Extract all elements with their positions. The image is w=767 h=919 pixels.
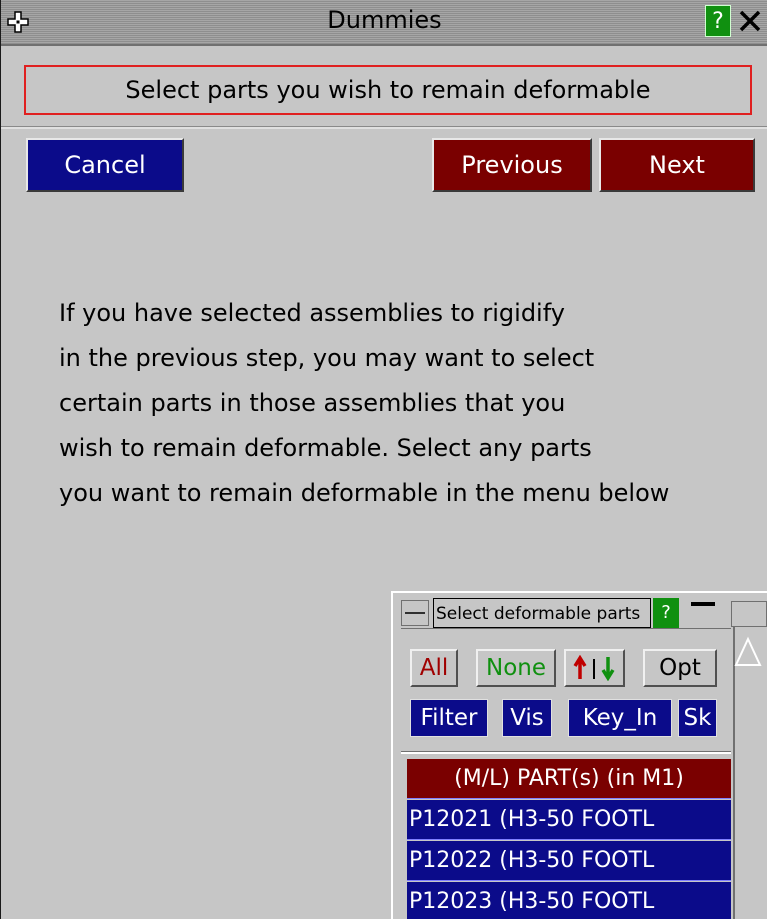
menu-title-bar[interactable]: Select deformable parts ? [401,598,767,629]
help-button[interactable]: ? [705,5,731,37]
scroll-up-icon[interactable] [733,633,763,673]
previous-button[interactable]: Previous [432,138,592,192]
select-none-button[interactable]: None [476,649,556,687]
list-header[interactable]: (M/L) PART(s) (in M1) [407,759,731,799]
list-item[interactable]: P12021 (H3-50 FOOTL [407,800,731,840]
visible-button[interactable]: Vis [502,699,552,737]
cancel-button[interactable]: Cancel [26,138,184,192]
menu-help-button[interactable]: ? [653,598,679,628]
instructions-line: If you have selected assemblies to rigid… [59,299,565,327]
step-prompt: Select parts you wish to remain deformab… [24,65,752,115]
sort-button[interactable] [564,649,625,687]
instructions-line: certain parts in those assemblies that y… [59,389,566,417]
menu-collapse-icon[interactable] [401,600,429,626]
dummies-window: Dummies ? Select parts you wish to remai… [0,0,767,919]
key-in-button[interactable]: Key_In [568,699,672,737]
list-item[interactable]: P12022 (H3-50 FOOTL [407,841,731,881]
next-button[interactable]: Next [599,138,755,192]
list-item[interactable]: P12023 (H3-50 FOOTL [407,882,731,919]
instructions-line: you want to remain deformable in the men… [59,479,670,507]
part-selection-menu: Select deformable parts ? All None Opt F… [391,591,767,919]
sort-arrows-icon [573,655,614,681]
separator [1,126,767,129]
instructions-line: wish to remain deformable. Select any pa… [59,434,592,462]
filter-button[interactable]: Filter [410,699,488,737]
select-all-button[interactable]: All [410,649,458,687]
window-title: Dummies [327,6,442,34]
menu-separator [401,751,731,754]
instructions-line: in the previous step, you may want to se… [59,344,595,372]
sketch-button[interactable]: Sk [678,699,717,737]
menu-title: Select deformable parts [433,598,651,628]
close-icon[interactable] [735,5,765,37]
options-button[interactable]: Opt [643,649,717,687]
menu-minimize-icon[interactable] [683,598,723,628]
menu-maximize-icon[interactable] [731,601,767,627]
title-bar[interactable]: Dummies ? [1,0,767,46]
instructions-text: If you have selected assemblies to rigid… [59,291,759,516]
